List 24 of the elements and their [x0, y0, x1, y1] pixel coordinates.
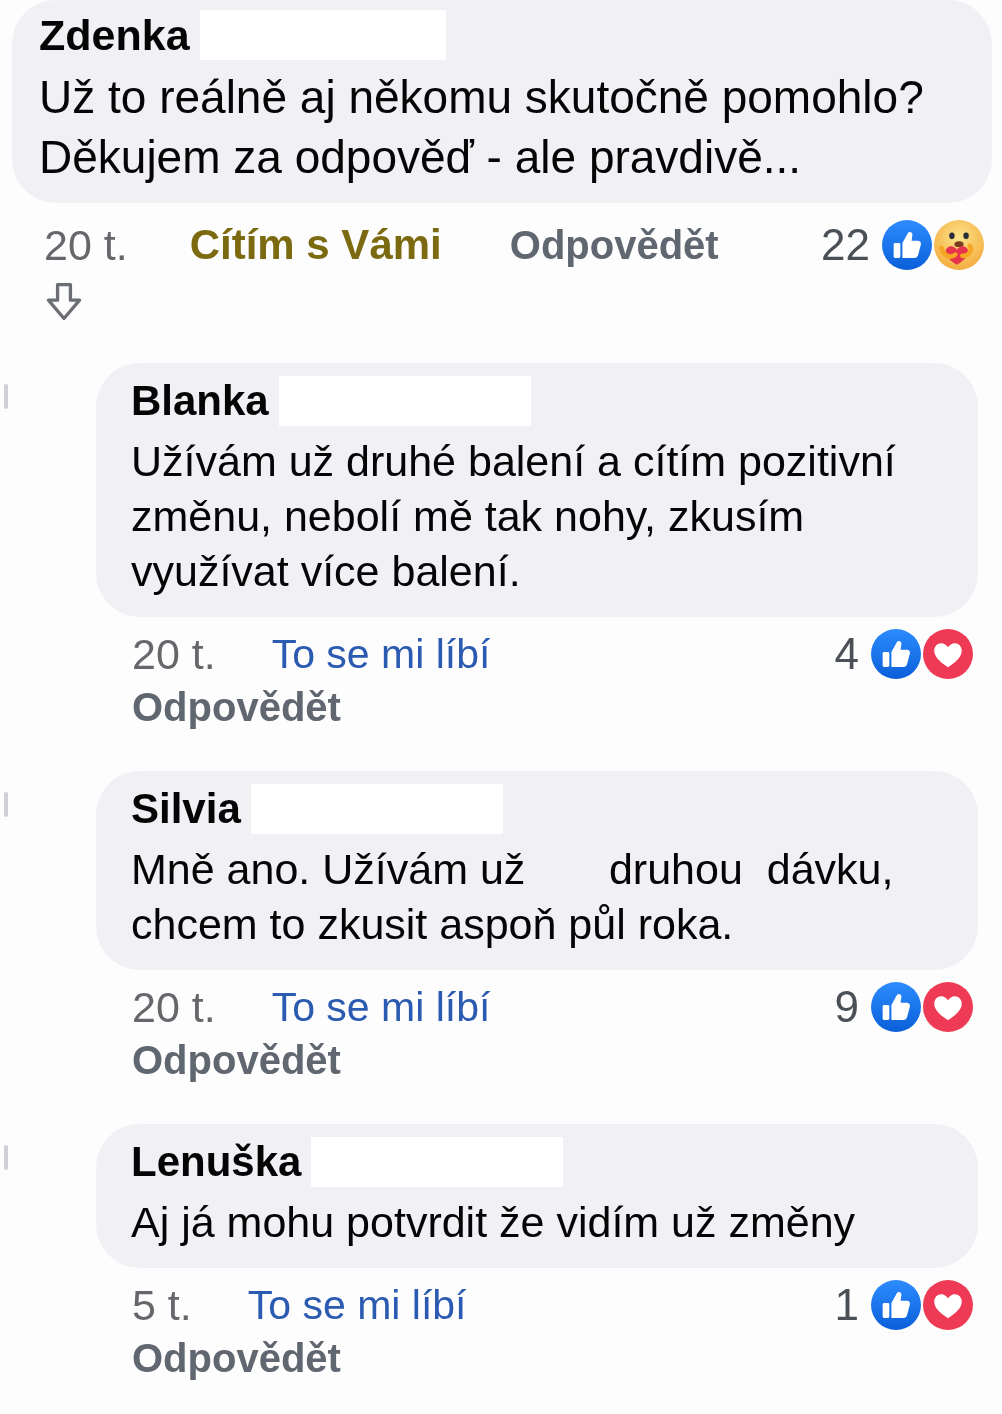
reaction-button[interactable]: To se mi líbí	[247, 1280, 467, 1330]
reply-button[interactable]: Odpovědět	[509, 220, 719, 270]
reply-button[interactable]: Odpovědět	[132, 1035, 341, 1085]
reply-button[interactable]: Odpovědět	[132, 682, 341, 732]
comment-time: 20 t.	[132, 982, 216, 1032]
comment-time: 20 t.	[132, 629, 216, 679]
author-name[interactable]: Zdenka	[39, 10, 190, 60]
reaction-button[interactable]: To se mi líbí	[271, 629, 491, 679]
reaction-count: 4	[834, 629, 859, 679]
reaction-count: 22	[821, 220, 870, 270]
comment-time: 5 t.	[132, 1280, 192, 1330]
reaction-count: 1	[834, 1280, 859, 1330]
comment-text: Aj já mohu potvrdit že vidím už změny	[131, 1197, 857, 1248]
comment-time: 20 t.	[44, 220, 128, 270]
comment-text: Mně ano. Užívám už druhou dávku, chcem to zkusit aspoň půl roka.	[131, 844, 895, 950]
author-name[interactable]: Blanka	[131, 376, 269, 426]
comment-text: Už to reálně aj někomu skutočně pomohlo? Děkujem za odpověď - ale pravdivě...	[39, 70, 925, 185]
author-name[interactable]: Lenuška	[131, 1137, 302, 1187]
reaction-button[interactable]: To se mi líbí	[271, 982, 491, 1032]
author-name[interactable]: Silvia	[131, 784, 241, 834]
reaction-count: 9	[834, 982, 859, 1032]
comment-text: Užívám už druhé balení a cítím pozitivní změnu, nebolí mě tak nohy, zkusím využívat více balení.	[131, 436, 897, 597]
reaction-button[interactable]: Cítím s Vámi	[189, 220, 442, 270]
reply-button[interactable]: Odpovědět	[132, 1333, 341, 1383]
